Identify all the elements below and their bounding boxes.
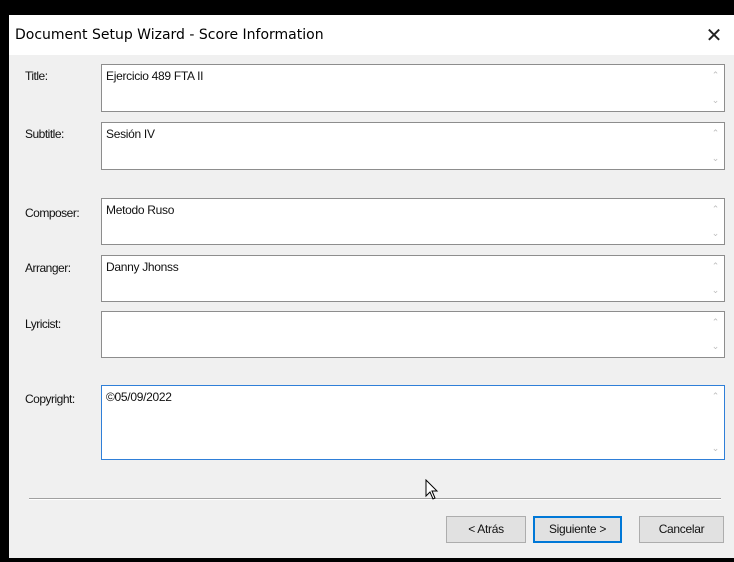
copyright-label: Copyright:	[25, 392, 75, 406]
scroll-up-icon[interactable]: ⌃	[707, 127, 724, 141]
subtitle-scrollbar[interactable]: ⌃ ⌄	[707, 123, 724, 169]
window-title: Document Setup Wizard - Score Informatio…	[15, 27, 324, 43]
arranger-field[interactable]: Danny Jhonss ⌃ ⌄	[101, 255, 725, 302]
footer-separator	[29, 498, 721, 500]
lyricist-label: Lyricist:	[25, 317, 61, 331]
arranger-value: Danny Jhonss	[106, 260, 179, 274]
title-field[interactable]: Ejercicio 489 FTA II ⌃ ⌄	[101, 64, 725, 112]
composer-field[interactable]: Metodo Ruso ⌃ ⌄	[101, 198, 725, 245]
composer-value: Metodo Ruso	[106, 203, 175, 217]
title-bar: Document Setup Wizard - Score Informatio…	[9, 15, 734, 55]
scroll-up-icon[interactable]: ⌃	[707, 203, 724, 217]
lyricist-scrollbar[interactable]: ⌃ ⌄	[707, 312, 724, 357]
copyright-field[interactable]: ©05/09/2022 ⌃ ⌄	[101, 385, 725, 460]
title-scrollbar[interactable]: ⌃ ⌄	[707, 65, 724, 111]
scroll-down-icon[interactable]: ⌄	[707, 227, 724, 241]
arranger-scrollbar[interactable]: ⌃ ⌄	[707, 256, 724, 301]
scroll-up-icon[interactable]: ⌃	[707, 316, 724, 330]
title-label: Title:	[25, 69, 48, 83]
cancel-button[interactable]: Cancelar	[639, 516, 724, 543]
copyright-scrollbar[interactable]: ⌃ ⌄	[707, 386, 724, 459]
scroll-down-icon[interactable]: ⌄	[707, 340, 724, 354]
composer-label: Composer:	[25, 206, 80, 220]
scroll-down-icon[interactable]: ⌄	[707, 284, 724, 298]
close-icon[interactable]: ✕	[694, 15, 734, 55]
back-button[interactable]: < Atrás	[446, 516, 526, 543]
subtitle-label: Subtitle:	[25, 127, 64, 141]
scroll-down-icon[interactable]: ⌄	[707, 94, 724, 108]
copyright-value: ©05/09/2022	[106, 390, 172, 404]
composer-scrollbar[interactable]: ⌃ ⌄	[707, 199, 724, 244]
subtitle-field[interactable]: Sesión IV ⌃ ⌄	[101, 122, 725, 170]
subtitle-value: Sesión IV	[106, 127, 155, 141]
scroll-up-icon[interactable]: ⌃	[707, 390, 724, 404]
scroll-down-icon[interactable]: ⌄	[707, 442, 724, 456]
title-value: Ejercicio 489 FTA II	[106, 69, 204, 83]
scroll-up-icon[interactable]: ⌃	[707, 260, 724, 274]
arranger-label: Arranger:	[25, 261, 71, 275]
next-button[interactable]: Siguiente >	[533, 516, 622, 543]
mouse-pointer-icon	[425, 479, 439, 500]
lyricist-field[interactable]: ⌃ ⌄	[101, 311, 725, 358]
scroll-down-icon[interactable]: ⌄	[707, 152, 724, 166]
wizard-dialog: Document Setup Wizard - Score Informatio…	[9, 15, 734, 558]
scroll-up-icon[interactable]: ⌃	[707, 69, 724, 83]
